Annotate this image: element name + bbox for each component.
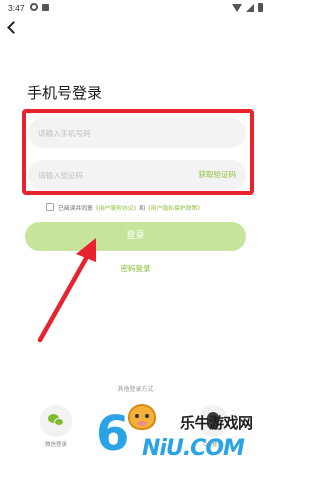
wechat-icon-bubble: [54, 418, 64, 426]
code-input[interactable]: [38, 167, 178, 183]
agreement-checkbox[interactable]: [46, 203, 54, 211]
wechat-login-button[interactable]: [40, 405, 72, 437]
watermark-logo: 6 乐牛游戏网 NiU.COM: [90, 400, 271, 480]
status-right-icons: [232, 3, 263, 12]
watermark-cn: 乐牛游戏网: [180, 414, 253, 432]
code-field[interactable]: 获取验证码: [28, 160, 246, 190]
phone-field[interactable]: [28, 118, 246, 148]
wechat-login-label: 微信登录: [44, 442, 67, 448]
get-code-button[interactable]: 获取验证码: [199, 169, 237, 180]
gear-icon: [30, 3, 38, 11]
password-login-link[interactable]: 密码登录: [0, 263, 271, 274]
watermark-en: NiU.COM: [142, 436, 245, 461]
agreement-prefix: 已阅读并同意: [58, 205, 93, 212]
other-login-title: 其他登录方式: [117, 386, 154, 393]
cow-mascot-icon: [128, 404, 156, 430]
phone-input[interactable]: [38, 125, 178, 141]
back-arrow-icon: [7, 21, 20, 34]
status-left-icons: [30, 3, 49, 11]
status-time: 3:47: [8, 3, 25, 13]
status-bar: 3:47: [0, 0, 271, 16]
agreement-row: 已阅读并同意 《用户服务协议》 和 《用户隐私保护政策》: [46, 201, 203, 213]
watermark-digit: 6: [96, 406, 130, 462]
battery-icon: [258, 3, 263, 12]
login-button[interactable]: 登录: [25, 222, 246, 251]
wifi-icon: [232, 3, 242, 12]
page-title: 手机号登录: [27, 84, 103, 102]
signal-icon: [246, 3, 254, 12]
back-button[interactable]: [6, 20, 22, 38]
notification-icon: [42, 3, 49, 11]
privacy-link[interactable]: 《用户隐私保护政策》: [145, 203, 203, 212]
terms-link[interactable]: 《用户服务协议》: [93, 203, 139, 212]
